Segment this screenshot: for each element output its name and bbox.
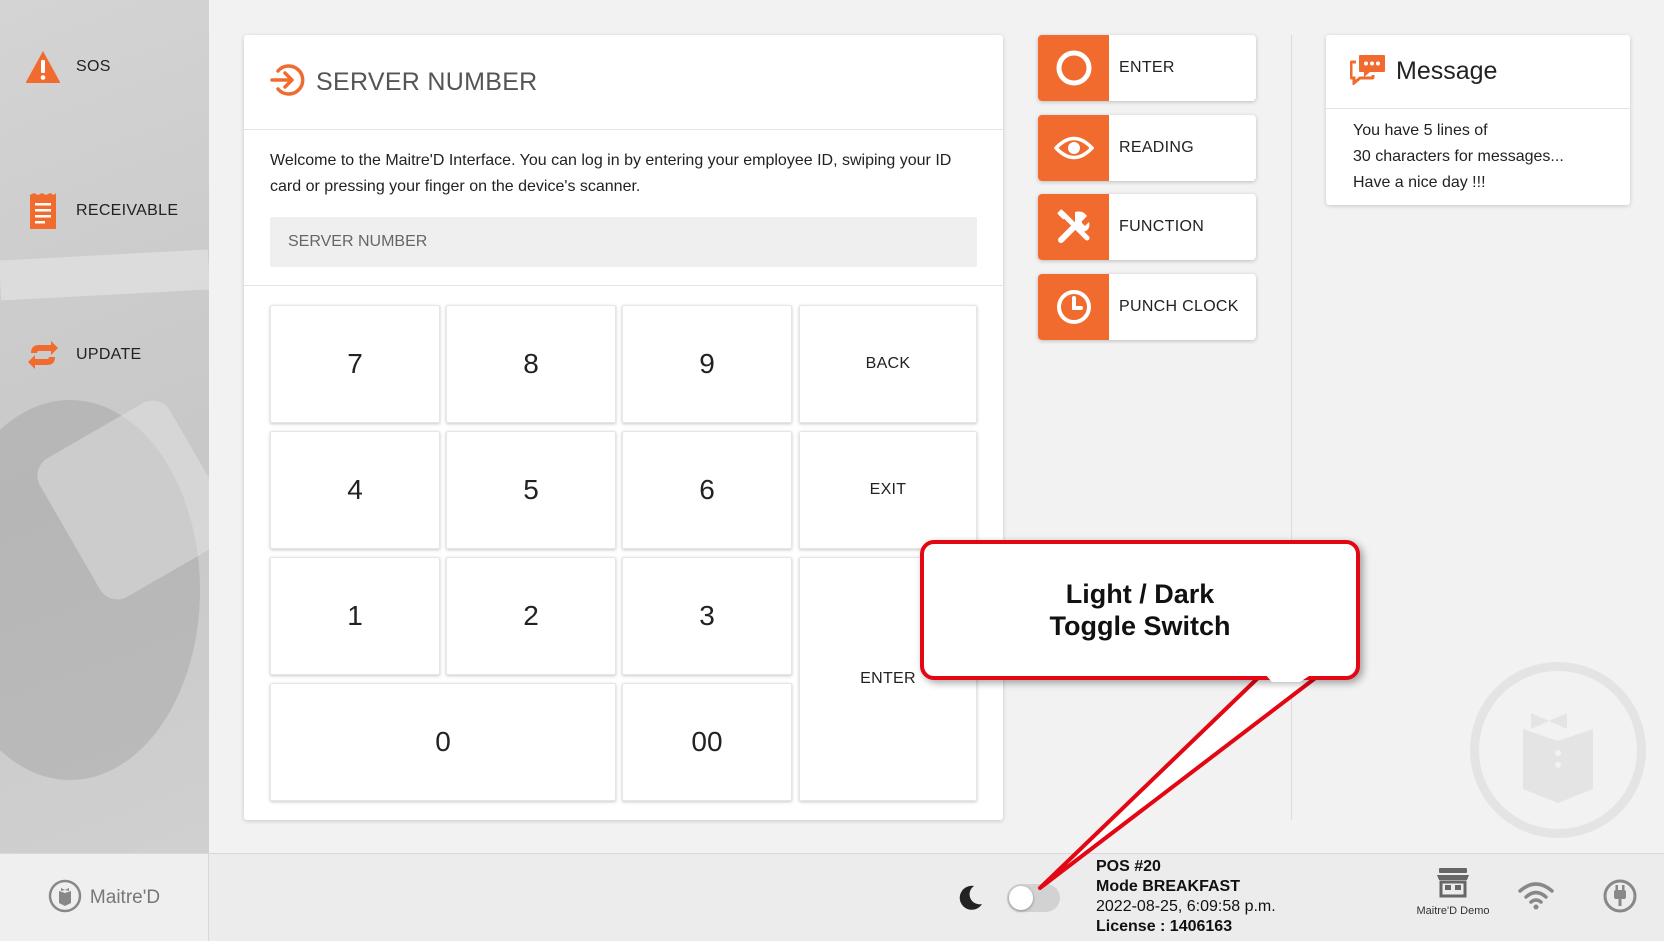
callout-text: Light / Dark Toggle Switch — [1050, 578, 1231, 642]
key-3[interactable]: 3 — [622, 557, 792, 675]
exit-button[interactable]: EXIT — [799, 431, 977, 549]
page-title: SERVER NUMBER — [316, 67, 538, 96]
power-plug-icon — [1602, 878, 1638, 919]
key-00[interactable]: 00 — [622, 683, 792, 801]
message-line: 30 characters for messages... — [1353, 148, 1564, 165]
reading-action-button[interactable]: READING — [1038, 115, 1256, 181]
tools-icon — [1038, 194, 1109, 260]
key-8[interactable]: 8 — [446, 305, 616, 423]
callout-line: Light / Dark — [1065, 579, 1215, 609]
login-card: SERVER NUMBER Welcome to the Maitre'D In… — [244, 35, 1003, 820]
brand-logo: Maitre'D — [0, 854, 209, 941]
store-icon — [1435, 868, 1471, 902]
background-photo-shade — [0, 249, 209, 301]
maitred-watermark-logo — [1470, 662, 1646, 838]
clock-icon — [1038, 274, 1109, 340]
action-label: PUNCH CLOCK — [1119, 298, 1239, 315]
pos-mode: Mode BREAKFAST — [1096, 878, 1240, 895]
brand-name: Maitre'D — [89, 887, 161, 908]
sidebar: SOS RECEIVABLE UPDATE — [0, 0, 209, 853]
pos-number: POS #20 — [1096, 858, 1161, 875]
login-header: SERVER NUMBER — [244, 35, 1003, 130]
action-label: ENTER — [1119, 59, 1175, 76]
server-number-input[interactable] — [270, 217, 977, 267]
back-button[interactable]: BACK — [799, 305, 977, 423]
message-header: Message — [1326, 35, 1630, 109]
key-4[interactable]: 4 — [270, 431, 440, 549]
receipt-icon — [24, 192, 62, 230]
punch-clock-action-button[interactable]: PUNCH CLOCK — [1038, 274, 1256, 340]
message-title: Message — [1396, 57, 1498, 85]
key-2[interactable]: 2 — [446, 557, 616, 675]
sync-icon — [24, 336, 62, 374]
moon-icon — [956, 884, 984, 917]
sidebar-item-receivable[interactable]: RECEIVABLE — [24, 192, 178, 230]
sidebar-item-label: SOS — [76, 58, 111, 75]
pos-license: License : 1406163 — [1096, 918, 1233, 935]
key-5[interactable]: 5 — [446, 431, 616, 549]
store-label: Maitre'D Demo — [1416, 905, 1490, 917]
welcome-text: Welcome to the Maitre'D Interface. You c… — [270, 152, 952, 195]
message-line: You have 5 lines of — [1353, 122, 1488, 139]
message-line: Have a nice day !!! — [1353, 174, 1486, 191]
enter-action-button[interactable]: ENTER — [1038, 35, 1256, 101]
sidebar-item-update[interactable]: UPDATE — [24, 336, 142, 374]
function-action-button[interactable]: FUNCTION — [1038, 194, 1256, 260]
key-1[interactable]: 1 — [270, 557, 440, 675]
action-label: READING — [1119, 139, 1194, 156]
key-0[interactable]: 0 — [270, 683, 616, 801]
eye-icon — [1038, 115, 1109, 181]
sidebar-item-sos[interactable]: SOS — [24, 48, 111, 86]
toggle-knob — [1009, 886, 1033, 910]
message-card: Message You have 5 lines of 30 character… — [1326, 35, 1630, 205]
vertical-divider — [1291, 35, 1292, 820]
warning-icon — [24, 48, 62, 86]
store-indicator[interactable]: Maitre'D Demo — [1408, 866, 1498, 917]
callout-line: Toggle Switch — [1049, 611, 1231, 641]
maitred-logo-icon — [48, 879, 82, 918]
chat-icon — [1349, 53, 1386, 90]
status-bar: Maitre'D POS #20 Mode BREAKFAST 2022-08-… — [0, 853, 1664, 941]
key-6[interactable]: 6 — [622, 431, 792, 549]
circle-icon — [1038, 35, 1109, 101]
key-9[interactable]: 9 — [622, 305, 792, 423]
toggle-callout: Light / Dark Toggle Switch — [920, 540, 1360, 680]
sidebar-item-label: UPDATE — [76, 346, 142, 363]
divider — [244, 285, 1003, 286]
key-7[interactable]: 7 — [270, 305, 440, 423]
pos-datetime: 2022-08-25, 6:09:58 p.m. — [1096, 898, 1276, 915]
sidebar-item-label: RECEIVABLE — [76, 202, 179, 219]
action-label: FUNCTION — [1119, 218, 1205, 235]
pos-info: POS #20 Mode BREAKFAST 2022-08-25, 6:09:… — [1096, 857, 1276, 937]
dark-mode-toggle[interactable] — [1007, 884, 1060, 912]
login-arrow-icon — [270, 63, 306, 102]
wifi-icon — [1518, 880, 1554, 915]
